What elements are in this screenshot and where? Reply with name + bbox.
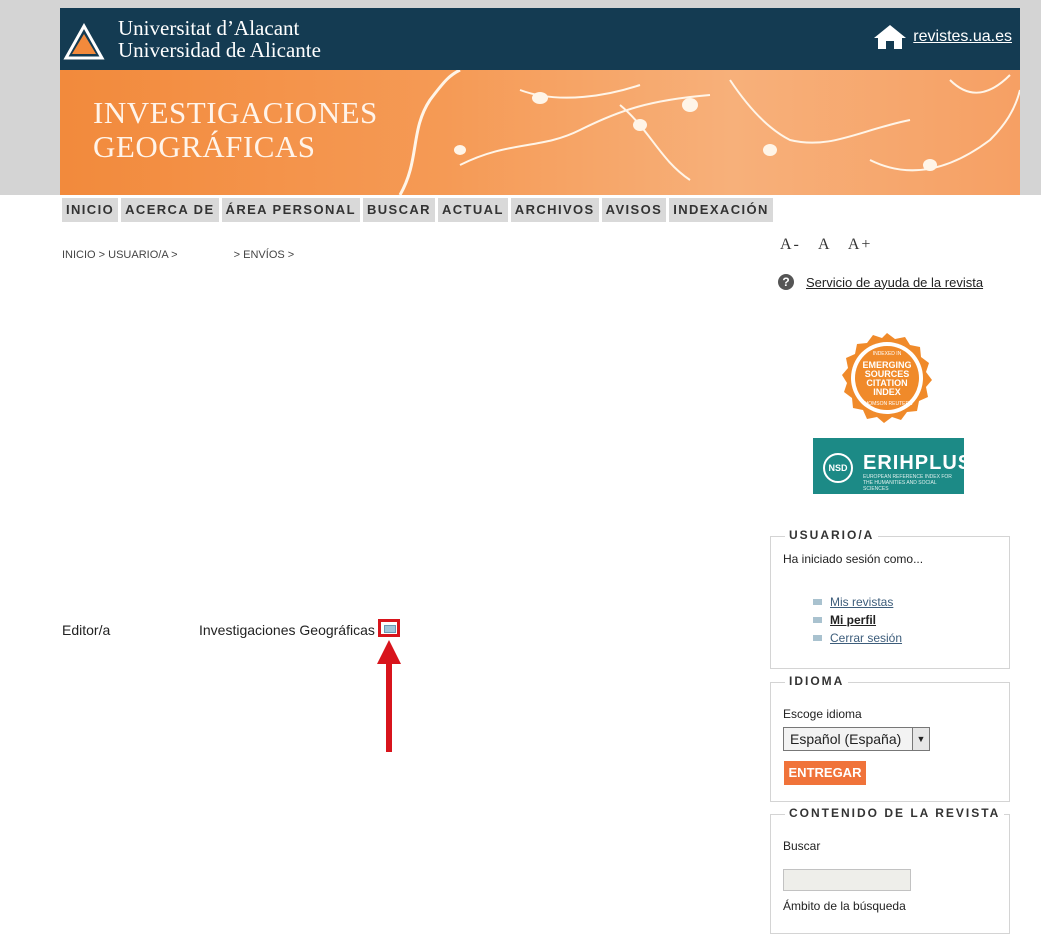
erih-plus-text: ERIHPLUS xyxy=(863,452,973,474)
bullet-icon xyxy=(813,635,822,641)
user-block-title: USUARIO/A xyxy=(785,528,879,542)
my-profile-link[interactable]: Mi perfil xyxy=(813,611,902,629)
university-logo[interactable] xyxy=(62,20,106,62)
search-label: Buscar xyxy=(783,839,821,853)
annotation-arrow xyxy=(377,640,401,752)
help-icon: ? xyxy=(778,274,794,290)
university-header: Universitat d’Alacant Universidad de Ali… xyxy=(60,8,1020,70)
user-block: USUARIO/A Ha iniciado sesión como... Mis… xyxy=(770,528,1010,669)
search-input[interactable] xyxy=(783,869,911,891)
breadcrumb-home-user[interactable]: INICIO > USUARIO/A > xyxy=(62,249,178,261)
journal-title-line2: GEOGRÁFICAS xyxy=(93,129,316,164)
erih-plus-subtitle: EUROPEAN REFERENCE INDEX FOR THE HUMANIT… xyxy=(863,474,952,492)
banner-map-illustration xyxy=(398,70,1020,195)
nav-area-personal[interactable]: ÁREA PERSONAL xyxy=(221,198,360,222)
bullet-icon xyxy=(813,617,822,623)
university-name-line2: Universidad de Alicante xyxy=(118,38,321,62)
nav-avisos[interactable]: AVISOS xyxy=(601,198,667,222)
bullet-icon xyxy=(813,599,822,605)
university-name-line1: Universitat d’Alacant xyxy=(118,16,300,40)
esci-top-text: INDEXED IN xyxy=(873,351,902,357)
logged-in-text: Ha iniciado sesión como... xyxy=(783,552,924,566)
nav-indexacion[interactable]: INDEXACIÓN xyxy=(669,198,773,222)
journal-title-line1: INVESTIGACIONES xyxy=(93,95,378,130)
nav-buscar[interactable]: BUSCAR xyxy=(362,198,435,222)
font-increase-button[interactable]: A+ xyxy=(848,236,873,253)
journal-banner[interactable]: INVESTIGACIONES GEOGRÁFICAS xyxy=(60,70,1020,195)
journal-title: INVESTIGACIONES GEOGRÁFICAS xyxy=(93,96,378,164)
font-decrease-button[interactable]: A- xyxy=(780,236,801,253)
journal-content-block: CONTENIDO DE LA REVISTA Buscar Ámbito de… xyxy=(770,806,1010,934)
nsd-logo: NSD xyxy=(823,453,853,483)
esci-badge[interactable]: INDEXED IN EMERGING SOURCES CITATION IND… xyxy=(840,331,934,425)
breadcrumb-submissions[interactable]: > ENVÍOS > xyxy=(234,249,295,261)
university-name: Universitat d’Alacant Universidad de Ali… xyxy=(118,17,321,61)
journal-content-title: CONTENIDO DE LA REVISTA xyxy=(785,806,1005,820)
home-icon xyxy=(874,25,907,49)
nav-inicio[interactable]: INICIO xyxy=(62,198,119,222)
nav-acerca-de[interactable]: ACERCA DE xyxy=(121,198,219,222)
my-journals-link[interactable]: Mis revistas xyxy=(813,593,902,611)
search-scope-label: Ámbito de la búsqueda xyxy=(783,899,906,913)
home-link-label: revistes.ua.es xyxy=(913,28,1012,45)
journal-link[interactable]: Investigaciones Geográficas xyxy=(199,622,375,638)
user-links: Mis revistas Mi perfil Cerrar sesión xyxy=(813,593,902,647)
nav-archivos[interactable]: ARCHIVOS xyxy=(510,198,599,222)
role-label: Editor/a xyxy=(62,622,111,638)
home-link[interactable]: revistes.ua.es xyxy=(873,24,1012,50)
language-select[interactable]: Español (España) ▼ xyxy=(783,727,930,751)
language-submit-button[interactable]: ENTREGAR xyxy=(784,761,866,785)
logout-link[interactable]: Cerrar sesión xyxy=(813,629,902,647)
my-journals-label: Mis revistas xyxy=(830,595,894,609)
font-size-controls: A- A A+ xyxy=(780,236,872,254)
language-select-value: Español (España) xyxy=(790,731,902,747)
language-label: Escoge idioma xyxy=(783,707,862,721)
nav-actual[interactable]: ACTUAL xyxy=(437,198,508,222)
chevron-down-icon[interactable]: ▼ xyxy=(912,728,929,750)
font-default-button[interactable]: A xyxy=(818,236,831,253)
language-block-title: IDIOMA xyxy=(785,674,849,688)
my-profile-label: Mi perfil xyxy=(830,613,877,627)
main-nav: INICIO ACERCA DE ÁREA PERSONAL BUSCAR AC… xyxy=(62,198,776,222)
logout-label: Cerrar sesión xyxy=(830,631,903,645)
esci-bottom-text: THOMSON REUTERS xyxy=(862,401,914,407)
breadcrumb: INICIO > USUARIO/A > > ENVÍOS > xyxy=(62,249,294,261)
language-block: IDIOMA Escoge idioma Español (España) ▼ … xyxy=(770,674,1010,802)
esci-line4: INDEX xyxy=(873,387,901,397)
help-link[interactable]: Servicio de ayuda de la revista xyxy=(806,275,983,290)
email-icon[interactable] xyxy=(378,619,400,637)
help-row: ? Servicio de ayuda de la revista xyxy=(778,274,983,290)
erih-plus-logo[interactable]: NSD ERIHPLUS EUROPEAN REFERENCE INDEX FO… xyxy=(813,438,971,494)
